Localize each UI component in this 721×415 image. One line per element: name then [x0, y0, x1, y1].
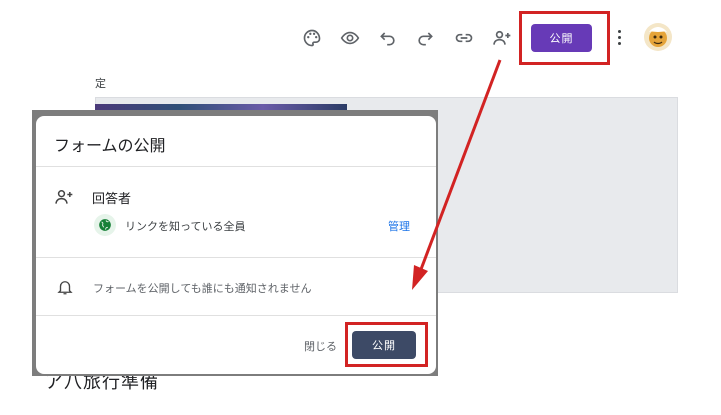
- divider: [36, 257, 436, 258]
- respondents-icon: [54, 187, 74, 207]
- access-setting-text: リンクを知っている全員: [125, 220, 246, 233]
- bell-icon: [56, 278, 74, 296]
- close-button[interactable]: 閉じる: [304, 338, 337, 354]
- publish-button-highlight: [519, 11, 610, 65]
- divider: [36, 166, 436, 167]
- add-collaborator-icon[interactable]: [491, 27, 513, 49]
- undo-icon[interactable]: [377, 27, 399, 49]
- respondents-label: 回答者: [92, 192, 132, 207]
- divider: [36, 315, 436, 316]
- settings-fragment: 定: [95, 77, 106, 90]
- avatar[interactable]: [644, 23, 672, 51]
- preview-eye-icon[interactable]: [339, 27, 361, 49]
- dialog-publish-highlight: [345, 322, 428, 367]
- manage-link[interactable]: 管理: [388, 218, 410, 234]
- dialog-title: フォームの公開: [54, 136, 166, 155]
- globe-icon: [94, 214, 116, 236]
- notification-note: フォームを公開しても誰にも通知されません: [93, 282, 312, 295]
- link-icon[interactable]: [453, 27, 475, 49]
- redo-icon[interactable]: [414, 27, 436, 49]
- more-options-icon[interactable]: [612, 27, 626, 49]
- palette-icon[interactable]: [301, 27, 323, 49]
